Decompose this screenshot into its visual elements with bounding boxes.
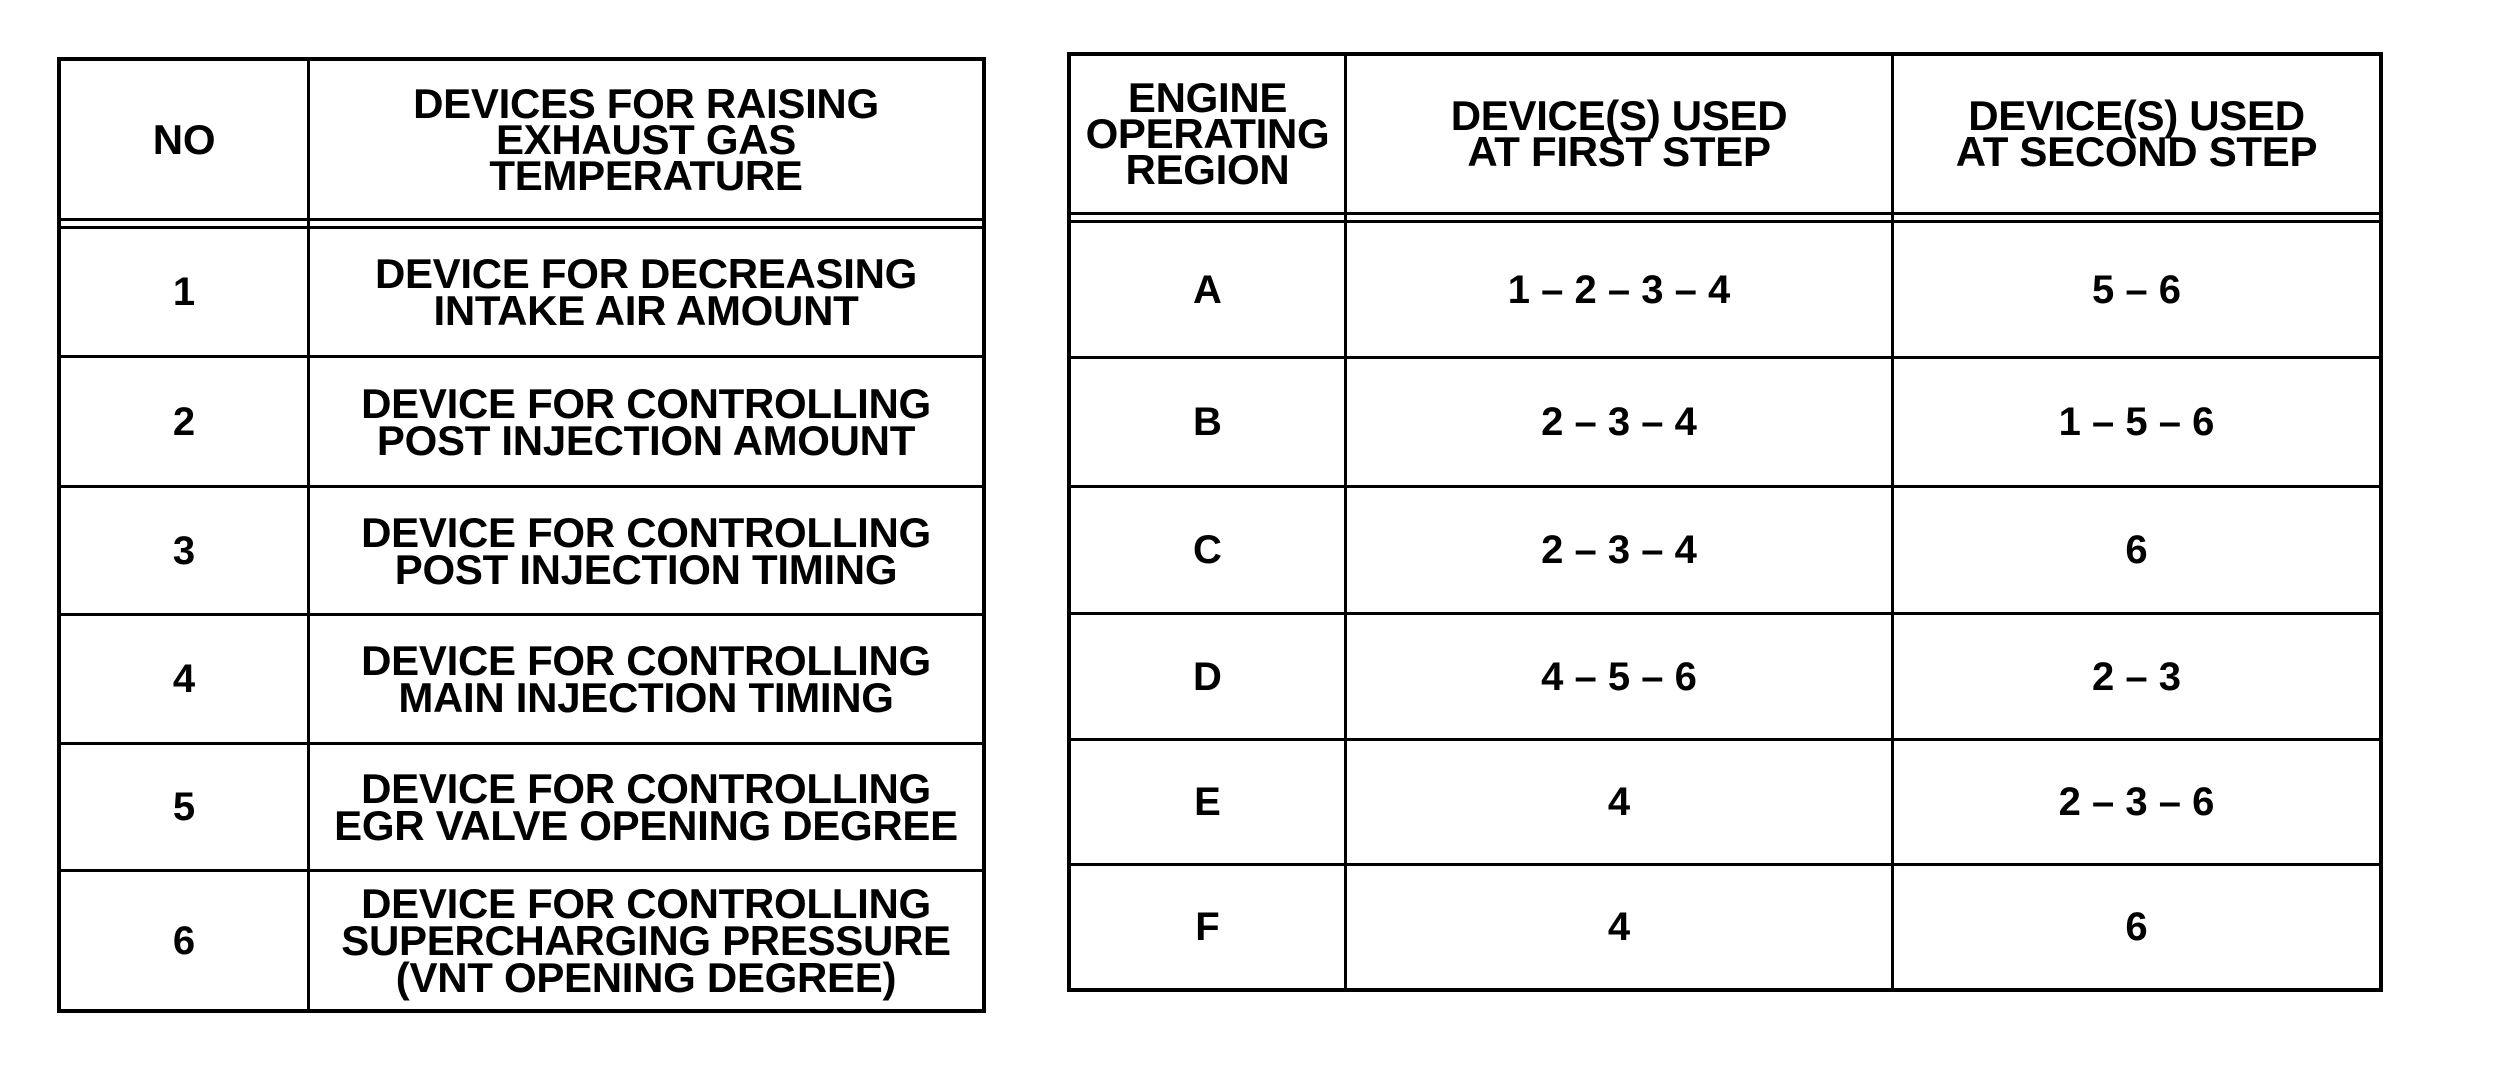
device-number: 5 [172,785,196,829]
device-description-line: DEVICE FOR CONTROLLING [361,508,931,556]
first-step-devices: 1 – 2 – 3 – 4 [1507,267,1731,312]
device-description-line: (VNT OPENING DEGREE) [395,954,897,1001]
device-description-line: INTAKE AIR AMOUNT [433,287,859,334]
table-row-device: DEVICE FOR CONTROLLING POST INJECTION AM… [310,358,982,485]
second-step-devices: 1 – 5 – 6 [2058,400,2215,444]
table-row-no: 2 [61,358,307,485]
table-row-first-step: 2 – 3 – 4 [1347,488,1891,612]
table-row-device: DEVICE FOR CONTROLLING EGR VALVE OPENING… [310,745,982,869]
table-row-no: 1 [61,229,307,355]
table-row-second-step: 2 – 3 [1894,615,2379,738]
table-row-region: F [1071,866,1344,988]
device-description-line: POST INJECTION AMOUNT [376,416,916,464]
table-row-device: DEVICE FOR CONTROLLING SUPERCHARGING PRE… [310,872,982,1009]
regions-table: ENGINE OPERATING REGION DEVICE(S) USED A… [1067,52,2383,992]
table-row-region: B [1071,359,1344,485]
header-region: ENGINE OPERATING REGION [1071,56,1344,212]
table-row-no: 6 [61,872,307,1009]
table-row-region: A [1071,223,1344,356]
header-no: NO [61,61,307,218]
header-second-step: DEVICE(S) USED AT SECOND STEP [1894,56,2379,212]
second-step-devices: 6 [2125,528,2148,572]
first-step-devices: 2 – 3 – 4 [1541,400,1697,444]
table-row-device: DEVICE FOR CONTROLLING POST INJECTION TI… [310,488,982,613]
second-step-devices: 6 [2125,905,2148,949]
header-divider [61,218,982,221]
table-row-first-step: 4 [1347,741,1891,863]
device-description-line: MAIN INJECTION TIMING [398,674,894,721]
region-label: E [1194,780,1221,824]
table-row-region: E [1071,741,1344,863]
second-step-devices: 2 – 3 [2092,654,2181,699]
table-row-region: C [1071,488,1344,612]
region-label: A [1193,267,1222,312]
table-row-device: DEVICE FOR CONTROLLING MAIN INJECTION TI… [310,616,982,742]
header-second-step-line: AT SECOND STEP [1955,128,2318,175]
region-label: C [1193,528,1222,572]
device-description-line: EGR VALVE OPENING DEGREE [334,802,958,849]
device-number: 3 [172,528,196,573]
table-row-device: DEVICE FOR DECREASING INTAKE AIR AMOUNT [310,229,982,355]
table-row-first-step: 4 [1347,866,1891,988]
table-row-region: D [1071,615,1344,738]
first-step-devices: 4 [1607,780,1631,824]
table-row-second-step: 1 – 5 – 6 [1894,359,2379,485]
first-step-devices: 4 [1607,905,1631,949]
table-row-first-step: 1 – 2 – 3 – 4 [1347,223,1891,356]
header-divider [1071,212,2379,215]
header-device-line: TEMPERATURE [489,151,803,199]
table-row-no: 3 [61,488,307,613]
table-row-no: 5 [61,745,307,869]
region-label: F [1195,905,1220,949]
table-row-second-step: 6 [1894,488,2379,612]
table-row-second-step: 5 – 6 [1894,223,2379,356]
header-region-line: REGION [1125,146,1290,193]
device-number: 1 [172,270,196,314]
table-row-first-step: 2 – 3 – 4 [1347,359,1891,485]
region-label: D [1193,654,1222,699]
header-first-step: DEVICE(S) USED AT FIRST STEP [1347,56,1891,212]
second-step-devices: 5 – 6 [2092,267,2181,312]
table-row-second-step: 6 [1894,866,2379,988]
header-first-step-line: AT FIRST STEP [1467,128,1771,175]
table-row-second-step: 2 – 3 – 6 [1894,741,2379,863]
device-description-line: DEVICE FOR CONTROLLING [361,379,931,427]
first-step-devices: 4 – 5 – 6 [1541,654,1697,699]
devices-table: NO DEVICES FOR RAISING EXHAUST GAS TEMPE… [57,57,986,1013]
device-number: 2 [172,399,196,444]
region-label: B [1193,400,1222,444]
device-description-line: POST INJECTION TIMING [394,545,898,593]
first-step-devices: 2 – 3 – 4 [1541,528,1697,572]
table-row-first-step: 4 – 5 – 6 [1347,615,1891,738]
device-number: 6 [172,918,196,963]
header-device: DEVICES FOR RAISING EXHAUST GAS TEMPERAT… [310,61,982,218]
table-row-no: 4 [61,616,307,742]
device-number: 4 [172,657,196,701]
header-no-label: NO [152,115,216,163]
second-step-devices: 2 – 3 – 6 [2058,780,2215,824]
